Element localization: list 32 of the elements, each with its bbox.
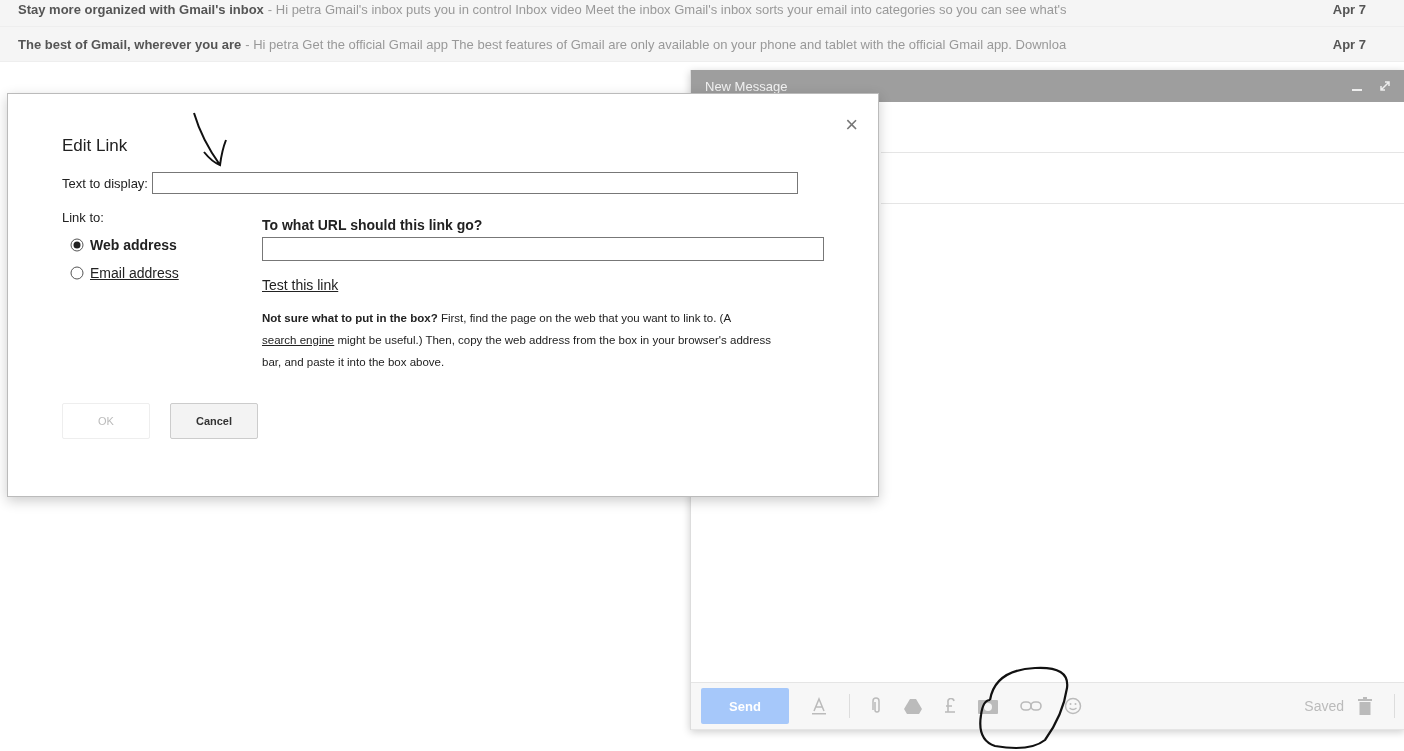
email-row[interactable]: The best of Gmail, wherever you are - Hi petra Get the official Gmail app The best features of Gmail are only available on your phone and tablet with the official Gmail app. Downloa Apr 7: [0, 27, 1404, 62]
email-subject: Stay more organized with Gmail's inbox: [18, 1, 264, 17]
link-type-radio[interactable]: Web address: [70, 237, 262, 253]
radio-icon[interactable]: [70, 238, 84, 252]
saved-status: Saved: [1304, 698, 1344, 714]
email-row[interactable]: Stay more organized with Gmail's inbox - Hi petra Gmail's inbox puts you in control Inbox video Meet the inbox Gmail's inbox sorts your email into categories so you can see what's Apr 7: [0, 0, 1404, 27]
link-to-label: Link to:: [62, 210, 105, 225]
text-to-display-field[interactable]: [152, 172, 798, 194]
pound-sign-icon[interactable]: [944, 698, 956, 714]
dialog-title: Edit Link: [62, 136, 128, 156]
radio-icon[interactable]: [70, 266, 84, 280]
compose-title: New Message: [705, 78, 789, 94]
email-date: Apr 7: [1332, 1, 1366, 17]
paperclip-icon[interactable]: [872, 697, 882, 715]
close-button[interactable]: ×: [845, 112, 858, 138]
link-icon[interactable]: [1020, 701, 1042, 711]
expand-icon[interactable]: [1379, 80, 1391, 92]
smiley-icon[interactable]: [1064, 697, 1082, 715]
help-text: Not sure what to put in the box? First, find the page on the web that you want to link to. (A search engine might be useful.) Then, copy the web address from the box in your browser's address bar, and paste it into the box above.: [262, 311, 772, 370]
email-date: Apr 7: [1332, 36, 1366, 52]
url-question: To what URL should this link go?: [262, 217, 484, 233]
url-field[interactable]: [262, 237, 824, 261]
search-engine-link[interactable]: search engine: [262, 334, 335, 346]
test-link[interactable]: Test this link: [262, 277, 339, 293]
trash-icon[interactable]: [1358, 697, 1372, 715]
dialog-button[interactable]: Cancel: [170, 403, 258, 439]
email-snippet: - Hi petra Gmail's inbox puts you in control Inbox video Meet the inbox Gmail's inbox sorts your email into categories so you can see what's: [267, 1, 1068, 17]
text-format-icon[interactable]: [811, 697, 827, 715]
email-snippet: - Hi petra Get the official Gmail app The best features of Gmail are only available on your phone and tablet with the official Gmail app. Downloa: [245, 36, 1068, 52]
link-type-radio[interactable]: Email address: [70, 265, 262, 281]
text-to-display-label: Text to display:: [62, 175, 148, 191]
email-subject: The best of Gmail, wherever you are: [18, 36, 242, 52]
